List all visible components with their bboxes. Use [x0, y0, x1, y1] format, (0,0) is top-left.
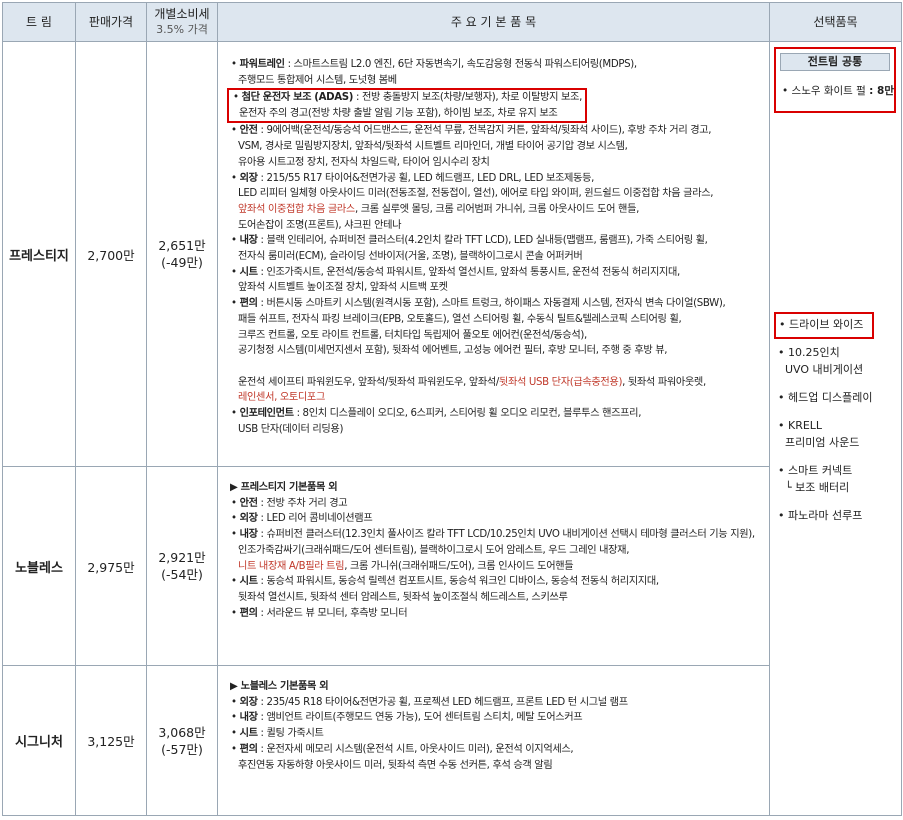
option-nav: • 10.25인치 UVO 내비게이션: [778, 346, 864, 376]
option-list: • 10.25인치 UVO 내비게이션 • 헤드업 디스플레이 • KRELL 프리…: [778, 344, 872, 524]
basic-items-list: • 파워트레인 : 스마트스트림 L2.0 엔진, 6단 자동변속기, 속도감응…: [227, 57, 763, 437]
list-item: • 안전 : 9에어백(운전석/동승석 어드밴스드, 운전석 무릎, 전복감지 …: [231, 125, 712, 168]
list-item: • 안전 : 전방 주차 거리 경고: [231, 497, 348, 509]
basic-items-list: • 외장 : 235/45 R18 타이어&전면가공 휠, 프로젝션 LED 헤…: [230, 695, 763, 774]
snow-white-label: • 스노우 화이트 펄: [782, 85, 866, 97]
option-sunroof: • 파노라마 선루프: [778, 509, 863, 522]
ind-price: 2,921만: [158, 550, 206, 565]
ind-price: 2,651만: [158, 238, 206, 253]
common-options-box: 전트림 공통 • 스노우 화이트 펄 : 8만: [774, 47, 896, 113]
list-item: • 편의 : 서라운드 뷰 모니터, 후측방 모니터: [231, 607, 408, 619]
header-price: 판매가격: [75, 2, 147, 42]
header-options: 선택품목: [769, 2, 902, 42]
list-item: • 내장 : 슈퍼비전 클러스터(12.3인치 풀사이즈 칼라 TFT LCD/…: [231, 529, 755, 572]
basic-items-cell: • 파워트레인 : 스마트스트림 L2.0 엔진, 6단 자동변속기, 속도감응…: [217, 41, 770, 467]
trim-individual-price: 2,651만 (-49만): [146, 41, 218, 467]
list-item: • 외장 : 215/55 R17 타이어&전면가공 휠, LED 헤드램프, …: [231, 172, 714, 231]
option-krell: • KRELL 프리미엄 사운드: [778, 419, 860, 449]
header-individual-line2: 3.5% 가격: [156, 23, 208, 36]
header-individual-tax: 개별소비세 3.5% 가격: [146, 2, 218, 42]
list-item: • 시트 : 인조가죽시트, 운전석/동승석 파워시트, 앞좌석 열선시트, 앞…: [231, 266, 680, 294]
trim-individual-price: 2,921만 (-54만): [146, 466, 218, 666]
trim-price: 2,975만: [75, 466, 147, 666]
options-cell: 전트림 공통 • 스노우 화이트 펄 : 8만 • 드라이브 와이즈 • 10.…: [769, 41, 902, 816]
common-title: 전트림 공통: [780, 53, 890, 71]
trim-price: 2,700만: [75, 41, 147, 467]
table-header-row: 트 림 판매가격 개별소비세 3.5% 가격 주 요 기 본 품 목 선택품목: [2, 2, 902, 42]
header-individual-line1: 개별소비세: [154, 7, 210, 21]
table-row: 프레스티지 2,700만 2,651만 (-49만) • 파워트레인 : 스마트스…: [2, 41, 902, 816]
list-item: • 내장 : 블랙 인테리어, 슈퍼비전 클러스터(4.2인치 칼라 TFT L…: [231, 235, 708, 263]
drive-wise-label: • 드라이브 와이즈: [779, 318, 864, 331]
header-basic-items: 주 요 기 본 품 목: [217, 2, 770, 42]
drive-wise-box: • 드라이브 와이즈: [774, 312, 874, 339]
section-heading: ▶ 프레스티지 기본품목 외: [230, 482, 338, 493]
list-item: • 파워트레인 : 스마트스트림 L2.0 엔진, 6단 자동변속기, 속도감응…: [231, 59, 637, 86]
ind-price: 3,068만: [158, 724, 206, 740]
header-trim: 트 림: [2, 2, 76, 42]
section-heading: ▶ 노블레스 기본품목 외: [230, 681, 329, 692]
list-item: • 외장 : LED 리어 콤비네이션램프: [231, 513, 373, 525]
basic-items-cell: ▶ 프레스티지 기본품목 외 • 안전 : 전방 주차 거리 경고 • 외장 :…: [217, 466, 770, 666]
list-item: • 인포테인먼트 : 8인치 디스플레이 오디오, 6스피커, 스티어링 휠 오…: [231, 408, 642, 435]
trim-price: 3,125만: [75, 665, 147, 816]
adas-highlight: • 첨단 운전자 보조 (ADAS) : 전방 충돌방지 보조(차량/보행자),…: [227, 88, 587, 124]
basic-items-cell: ▶ 노블레스 기본품목 외 • 외장 : 235/45 R18 타이어&전면가공…: [217, 665, 770, 816]
list-item: • 시트 : 동승석 파워시트, 동승석 릴렉션 컴포트시트, 동승석 워크인 …: [231, 576, 659, 603]
trim-name: 노블레스: [2, 466, 76, 666]
snow-white-price: : 8만: [869, 85, 894, 97]
list-item: • 첨단 운전자 보조 (ADAS) : 전방 충돌방지 보조(차량/보행자),…: [226, 88, 763, 124]
option-smart-connect: • 스마트 커넥트 └ 보조 배터리: [778, 464, 853, 494]
basic-items-list: • 안전 : 전방 주차 거리 경고 • 외장 : LED 리어 콤비네이션램프…: [230, 496, 763, 622]
table-row: 노블레스 2,975만 2,921만 (-54만) ▶ 프레스티지 기본품목 외 …: [2, 466, 902, 666]
list-item: • 편의 : 운전자세 메모리 시스템(운전석 시트, 아웃사이드 미러), 운…: [231, 743, 574, 771]
ind-diff: (-54만): [161, 567, 203, 582]
trim-name: 프레스티지: [2, 41, 76, 467]
snow-white-option: • 스노우 화이트 펄 : 8만: [782, 83, 894, 98]
list-item: • 외장 : 235/45 R18 타이어&전면가공 휠, 프로젝션 LED 헤…: [231, 696, 628, 708]
ind-diff: (-57만): [161, 741, 203, 757]
list-item: • 내장 : 앰비언트 라이트(주행모드 연동 가능), 도어 센터트림 스티치…: [231, 712, 583, 724]
trim-spec-table: 트 림 판매가격 개별소비세 3.5% 가격 주 요 기 본 품 목 선택품목 프…: [2, 2, 902, 816]
ind-diff: (-49만): [161, 255, 203, 270]
trim-individual-price: 3,068만 (-57만): [146, 665, 218, 816]
option-hud: • 헤드업 디스플레이: [778, 391, 873, 404]
list-item: • 시트 : 퀼팅 가죽시트: [231, 728, 324, 740]
table-row: 시그니처 3,125만 3,068만 (-57만) ▶ 노블레스 기본품목 외 •…: [2, 665, 902, 816]
list-item: • 편의 : 버튼시동 스마트키 시스템(원격시동 포함), 스마트 트렁크, …: [231, 298, 726, 404]
trim-name: 시그니처: [2, 665, 76, 816]
